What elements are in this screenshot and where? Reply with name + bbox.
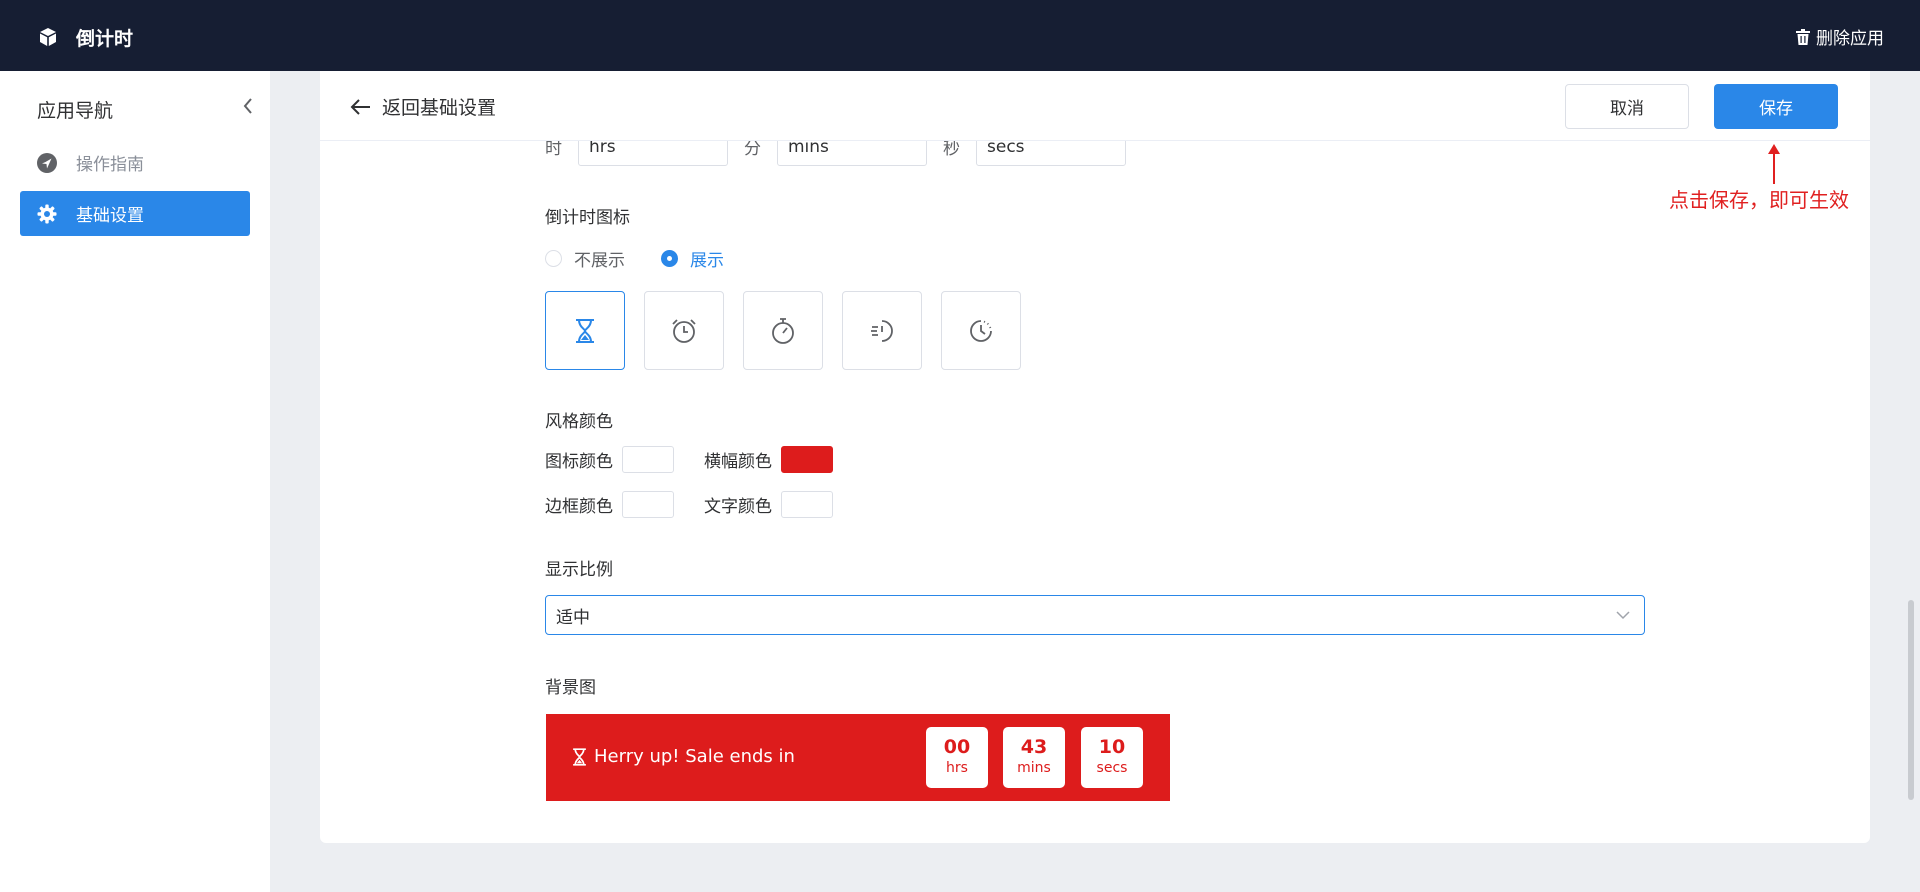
navigation-icon (36, 152, 58, 174)
top-bar: 倒计时 删除应用 (0, 0, 1920, 71)
radio-dot (545, 250, 562, 267)
card-header: 返回基础设置 取消 保存 (320, 71, 1870, 141)
timer-minutes: 43 mins (1003, 727, 1065, 788)
delete-app-button[interactable]: 删除应用 (1796, 24, 1884, 49)
banner-message: Herry up! Sale ends in (571, 746, 795, 767)
radio-label: 展示 (690, 251, 724, 271)
hourglass-icon (576, 318, 594, 343)
style-colors-label: 风格颜色 (545, 412, 613, 432)
timer-hours-value: 00 (943, 736, 971, 758)
timer-hours-unit: hrs (946, 760, 968, 776)
save-button[interactable]: 保存 (1714, 84, 1838, 129)
icon-option-stopwatch[interactable] (743, 291, 823, 370)
sidebar-item-basic-settings[interactable]: 基础设置 (20, 191, 250, 236)
stopwatch-icon (772, 317, 794, 344)
sidebar-item-guide[interactable]: 操作指南 (20, 140, 250, 185)
icon-option-clock[interactable] (941, 291, 1021, 370)
timer-seconds-value: 10 (1098, 736, 1126, 758)
countdown-icon-radio-group: 不展示 展示 (545, 246, 760, 271)
cancel-button[interactable]: 取消 (1565, 84, 1689, 129)
chevron-left-icon[interactable] (238, 93, 258, 119)
arrow-left-icon (350, 98, 370, 115)
icon-color-swatch[interactable] (622, 446, 674, 473)
display-ratio-select[interactable]: 适中 (545, 595, 1645, 635)
scrollbar[interactable] (1908, 600, 1914, 800)
countdown-icon-label: 倒计时图标 (545, 208, 630, 228)
sidebar-item-label: 操作指南 (76, 155, 144, 175)
back-label: 返回基础设置 (382, 97, 497, 119)
timer-seconds-unit: secs (1096, 760, 1128, 776)
annotation-arrow-icon (1768, 144, 1780, 184)
text-color-label: 文字颜色 (704, 497, 772, 517)
radio-label: 不展示 (574, 251, 625, 271)
icon-color-label: 图标颜色 (545, 452, 613, 472)
gear-icon (36, 203, 58, 225)
background-label: 背景图 (545, 678, 596, 698)
sidebar: 应用导航 操作指南 基础设置 (0, 71, 270, 892)
alarm-clock-icon (672, 318, 696, 343)
icon-option-alarm-clock[interactable] (644, 291, 724, 370)
radio-hide[interactable]: 不展示 (545, 246, 625, 271)
banner-color-label: 横幅颜色 (704, 452, 772, 472)
app-title: 倒计时 (76, 28, 134, 50)
annotation-text: 点击保存，即可生效 (1669, 188, 1849, 212)
icon-options (545, 291, 1021, 370)
clock-icon (970, 319, 992, 342)
icon-option-hourglass[interactable] (545, 291, 625, 370)
color-row-2: 边框颜色 文字颜色 (545, 491, 863, 518)
timer-seconds: 10 secs (1081, 727, 1143, 788)
banner-color-swatch[interactable] (781, 446, 833, 473)
sidebar-item-label: 基础设置 (76, 206, 144, 226)
timer-minutes-unit: mins (1017, 760, 1051, 776)
delete-app-label: 删除应用 (1816, 29, 1884, 49)
text-color-swatch[interactable] (781, 491, 833, 518)
icon-option-fast-timer[interactable] (842, 291, 922, 370)
chevron-down-icon (1616, 611, 1630, 620)
display-ratio-value: 适中 (556, 607, 590, 628)
timer-minutes-value: 43 (1020, 736, 1048, 758)
back-button[interactable]: 返回基础设置 (350, 93, 496, 120)
fast-timer-icon (871, 319, 893, 342)
border-color-label: 边框颜色 (545, 497, 613, 517)
radio-show[interactable]: 展示 (661, 246, 724, 271)
timer-hours: 00 hrs (926, 727, 988, 788)
border-color-swatch[interactable] (622, 491, 674, 518)
hourglass-icon (573, 747, 586, 766)
trash-icon (1796, 28, 1810, 45)
banner-message-text: Herry up! Sale ends in (594, 746, 795, 767)
display-ratio-label: 显示比例 (545, 560, 613, 580)
cube-icon (40, 28, 56, 46)
countdown-banner-preview: Herry up! Sale ends in 00 hrs 43 mins 10… (546, 714, 1170, 801)
sidebar-title: 应用导航 (37, 100, 114, 122)
color-row-1: 图标颜色 横幅颜色 (545, 446, 863, 473)
radio-dot (661, 250, 678, 267)
